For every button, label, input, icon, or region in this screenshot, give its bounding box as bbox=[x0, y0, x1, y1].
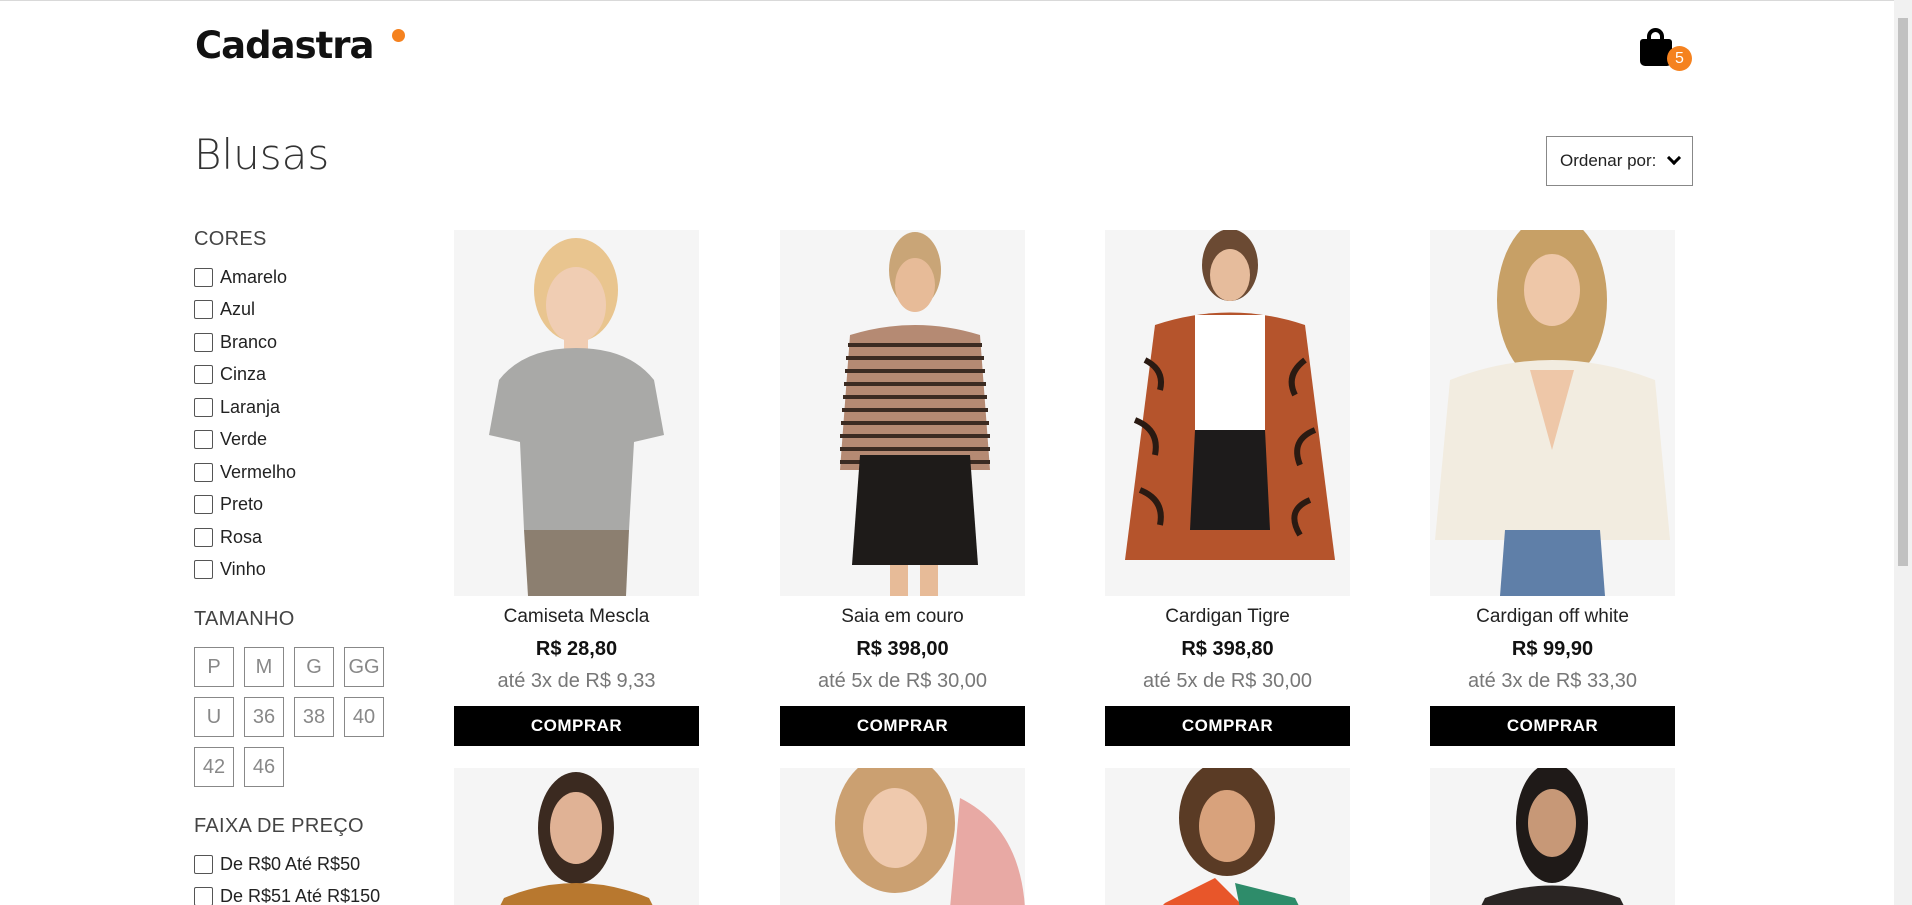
checkbox[interactable] bbox=[194, 527, 213, 547]
product-image[interactable] bbox=[1105, 768, 1350, 905]
product-name[interactable]: Cardigan off white bbox=[1430, 606, 1675, 632]
filter-label: Vinho bbox=[220, 558, 266, 579]
product-installments: até 3x de R$ 33,30 bbox=[1467, 670, 1637, 692]
product-price: R$ 28,80 bbox=[535, 638, 618, 660]
checkbox[interactable] bbox=[194, 854, 213, 874]
product-card[interactable]: Saia em couro R$ 398,00 até 5x de R$ 30,… bbox=[780, 230, 1025, 746]
size-option[interactable]: GG bbox=[344, 647, 384, 687]
product-image[interactable] bbox=[1105, 230, 1350, 596]
filter-label: Branco bbox=[220, 331, 278, 352]
filter-color-branco[interactable]: Branco bbox=[194, 330, 277, 354]
product-name[interactable]: Camiseta Mescla bbox=[454, 606, 699, 632]
product-card[interactable]: Cardigan Tigre R$ 398,80 até 5x de R$ 30… bbox=[1105, 230, 1350, 746]
product-image[interactable] bbox=[780, 768, 1025, 905]
filter-price-0-50[interactable]: De R$0 Até R$50 bbox=[194, 852, 360, 876]
model-grey-tee-illustration bbox=[454, 230, 699, 596]
checkbox[interactable] bbox=[194, 299, 213, 319]
filter-color-verde[interactable]: Verde bbox=[194, 427, 267, 451]
product-image[interactable] bbox=[454, 230, 699, 596]
logo-dot bbox=[392, 29, 405, 42]
checkbox[interactable] bbox=[194, 494, 213, 514]
filter-color-rosa[interactable]: Rosa bbox=[194, 525, 262, 549]
checkbox[interactable] bbox=[194, 559, 213, 579]
filter-label: Rosa bbox=[220, 526, 263, 547]
checkbox[interactable] bbox=[194, 267, 213, 287]
product-price: R$ 398,80 bbox=[1181, 638, 1274, 660]
product-name[interactable]: Cardigan Tigre bbox=[1105, 606, 1350, 632]
checkbox[interactable] bbox=[194, 364, 213, 384]
model-colorblock-illustration bbox=[1105, 768, 1350, 905]
page-scrollbar[interactable] bbox=[1894, 0, 1912, 905]
product-installments: até 5x de R$ 30,00 bbox=[1142, 670, 1312, 692]
product-price: R$ 99,90 bbox=[1511, 638, 1594, 660]
cart-count-badge: 5 bbox=[1667, 46, 1692, 71]
logo[interactable]: Cadastra bbox=[195, 24, 374, 67]
size-option[interactable]: 42 bbox=[194, 747, 234, 787]
size-option[interactable]: U bbox=[194, 697, 234, 737]
filter-label: Azul bbox=[220, 298, 256, 319]
model-striped-top-illustration bbox=[780, 230, 1025, 596]
chevron-down-icon bbox=[1666, 150, 1682, 166]
filter-price-51-150[interactable]: De R$51 Até R$150 bbox=[194, 884, 380, 905]
top-border bbox=[0, 0, 1894, 1]
filter-color-azul[interactable]: Azul bbox=[194, 297, 255, 321]
product-image[interactable] bbox=[1430, 230, 1675, 596]
size-option[interactable]: P bbox=[194, 647, 234, 687]
product-card[interactable]: Cardigan off white R$ 99,90 até 3x de R$… bbox=[1430, 230, 1675, 746]
checkbox[interactable] bbox=[194, 462, 213, 482]
sort-label: Ordenar por: bbox=[1560, 151, 1657, 170]
sort-dropdown[interactable]: Ordenar por: bbox=[1546, 136, 1693, 186]
product-installments: até 3x de R$ 9,33 bbox=[497, 670, 656, 692]
filter-label: Amarelo bbox=[220, 266, 288, 287]
filter-label: Cinza bbox=[220, 363, 267, 384]
model-white-cardigan-illustration bbox=[1430, 230, 1675, 596]
size-option[interactable]: M bbox=[244, 647, 284, 687]
filter-title-colors: CORES bbox=[194, 228, 267, 250]
size-option[interactable]: 36 bbox=[244, 697, 284, 737]
filter-label: Verde bbox=[220, 428, 268, 449]
filter-label: De R$0 Até R$50 bbox=[220, 853, 361, 874]
model-tiger-cardigan-illustration bbox=[1105, 230, 1350, 596]
filter-label: De R$51 Até R$150 bbox=[220, 885, 381, 905]
product-name[interactable]: Saia em couro bbox=[780, 606, 1025, 632]
scrollbar-thumb[interactable] bbox=[1898, 18, 1908, 566]
model-pink-jacket-illustration bbox=[780, 768, 1025, 905]
product-image[interactable] bbox=[454, 768, 699, 905]
buy-button[interactable]: COMPRAR bbox=[1105, 706, 1350, 746]
filter-color-preto[interactable]: Preto bbox=[194, 492, 263, 516]
filter-title-price: FAIXA DE PREÇO bbox=[194, 815, 364, 837]
size-option[interactable]: 46 bbox=[244, 747, 284, 787]
product-card[interactable]: Camiseta Mescla R$ 28,80 até 3x de R$ 9,… bbox=[454, 230, 699, 746]
size-option[interactable]: 40 bbox=[344, 697, 384, 737]
size-option[interactable]: G bbox=[294, 647, 334, 687]
product-image[interactable] bbox=[1430, 768, 1675, 905]
filter-color-vinho[interactable]: Vinho bbox=[194, 557, 266, 581]
filter-color-laranja[interactable]: Laranja bbox=[194, 395, 280, 419]
cart-button[interactable]: 5 bbox=[1638, 28, 1694, 74]
filter-color-vermelho[interactable]: Vermelho bbox=[194, 460, 296, 484]
filter-color-amarelo[interactable]: Amarelo bbox=[194, 265, 287, 289]
buy-button[interactable]: COMPRAR bbox=[780, 706, 1025, 746]
model-leopard-illustration bbox=[454, 768, 699, 905]
buy-button[interactable]: COMPRAR bbox=[1430, 706, 1675, 746]
checkbox[interactable] bbox=[194, 429, 213, 449]
size-option[interactable]: 38 bbox=[294, 697, 334, 737]
checkbox[interactable] bbox=[194, 332, 213, 352]
buy-button[interactable]: COMPRAR bbox=[454, 706, 699, 746]
checkbox[interactable] bbox=[194, 397, 213, 417]
filter-title-sizes: TAMANHO bbox=[194, 608, 295, 630]
page-title: Blusas bbox=[194, 130, 330, 179]
model-black-blouse-illustration bbox=[1430, 768, 1675, 905]
product-price: R$ 398,00 bbox=[856, 638, 949, 660]
filter-label: Laranja bbox=[220, 396, 281, 417]
product-installments: até 5x de R$ 30,00 bbox=[817, 670, 987, 692]
filter-label: Vermelho bbox=[220, 461, 297, 482]
filter-color-cinza[interactable]: Cinza bbox=[194, 362, 266, 386]
product-image[interactable] bbox=[780, 230, 1025, 596]
checkbox[interactable] bbox=[194, 886, 213, 905]
filter-label: Preto bbox=[220, 493, 264, 514]
